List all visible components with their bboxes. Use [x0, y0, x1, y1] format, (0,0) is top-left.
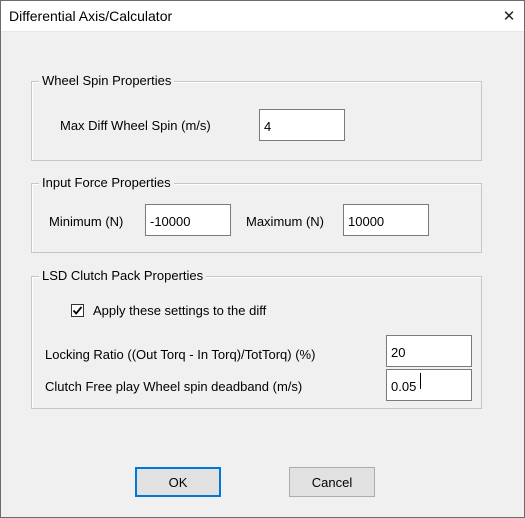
lsd-clutch-legend: LSD Clutch Pack Properties [39, 268, 207, 283]
locking-ratio-label: Locking Ratio ((Out Torq - In Torq)/TotT… [45, 347, 316, 362]
close-icon: ✕ [502, 8, 516, 25]
minimum-force-label: Minimum (N) [49, 214, 124, 229]
clutch-free-play-input[interactable] [386, 369, 472, 401]
maximum-force-input[interactable] [343, 204, 429, 236]
wheel-spin-legend: Wheel Spin Properties [39, 73, 175, 88]
maximum-force-label: Maximum (N) [246, 214, 324, 229]
max-diff-wheel-spin-input[interactable] [259, 109, 345, 141]
max-diff-wheel-spin-label: Max Diff Wheel Spin (m/s) [60, 118, 211, 133]
checkmark-icon [72, 306, 83, 315]
input-force-legend: Input Force Properties [39, 175, 174, 190]
close-button[interactable]: ✕ [494, 1, 524, 31]
locking-ratio-input[interactable] [386, 335, 472, 367]
apply-settings-label[interactable]: Apply these settings to the diff [93, 303, 266, 318]
clutch-free-play-label: Clutch Free play Wheel spin deadband (m/… [45, 379, 303, 394]
window-title: Differential Axis/Calculator [9, 8, 173, 24]
dialog-window: Differential Axis/Calculator ✕ Wheel Spi… [0, 0, 525, 518]
minimum-force-input[interactable] [145, 204, 231, 236]
apply-settings-checkbox[interactable] [71, 304, 84, 317]
cancel-button[interactable]: Cancel [289, 467, 375, 497]
text-cursor [420, 373, 421, 389]
title-bar[interactable]: Differential Axis/Calculator ✕ [1, 1, 524, 32]
ok-button[interactable]: OK [135, 467, 221, 497]
